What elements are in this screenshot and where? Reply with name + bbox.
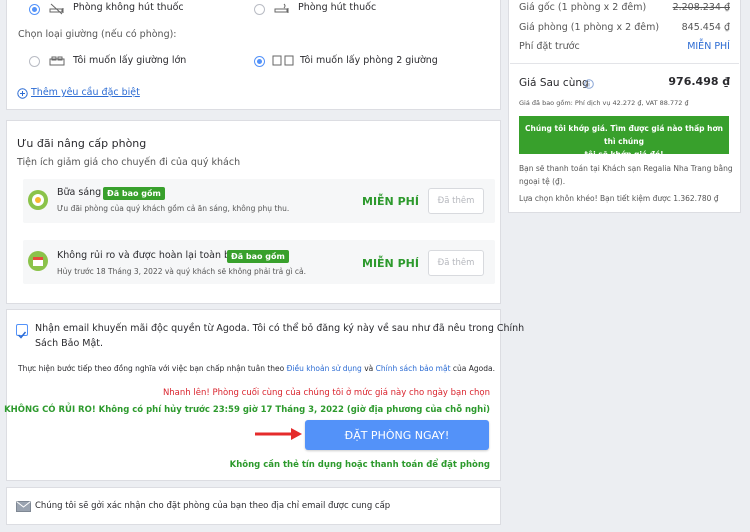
radio-large-bed[interactable]	[29, 56, 40, 67]
booking-fee-label: Phí đặt trước	[519, 41, 580, 52]
no-risk-message: KHÔNG CÓ RỦI RO! Không có phí hủy trước …	[4, 405, 490, 415]
email-opt-in-text: Nhận email khuyến mãi độc quyền từ Agoda…	[35, 323, 525, 334]
twin-bed-label: Tôi muốn lấy phòng 2 giường	[300, 55, 438, 66]
urgency-message: Nhanh lên! Phòng cuối cùng của chúng tôi…	[162, 388, 490, 398]
breakfast-icon	[28, 190, 48, 210]
upgrade-price: MIỄN PHÍ	[362, 257, 419, 270]
price-match-line-1: Chúng tôi khớp giá. Tìm được giá nào thấ…	[525, 124, 723, 146]
included-badge: Đã bao gồm	[227, 250, 289, 263]
upgrade-price: MIỄN PHÍ	[362, 195, 419, 208]
email-opt-in-text-2: Sách Bảo Mật.	[35, 338, 104, 349]
price-match-line-2: tôi sẽ khớp giá đó!	[584, 150, 664, 159]
price-summary-panel: Giá gốc (1 phòng x 2 đêm) 2.208.234 ₫ Gi…	[508, 0, 741, 213]
divider	[510, 63, 739, 64]
room-price-label: Giá phòng (1 phòng x 2 đêm)	[519, 22, 660, 33]
final-price-value: 976.498 ₫	[668, 75, 730, 88]
original-price-value: 2.208.234 ₫	[672, 2, 730, 13]
final-price-label: Giá Sau cùng	[519, 77, 589, 89]
terms-and: và	[364, 364, 374, 373]
no-smoking-icon	[49, 2, 65, 16]
upgrades-title: Ưu đãi nâng cấp phòng	[17, 137, 147, 150]
smoking-label: Phòng hút thuốc	[298, 2, 377, 13]
room-price-value: 845.454 ₫	[681, 22, 730, 33]
radio-smoking[interactable]	[254, 4, 265, 15]
upgrade-item-breakfast: Bữa sáng Đã bao gồm Ưu đãi phòng của quý…	[23, 179, 495, 223]
red-arrow-icon	[253, 424, 303, 444]
radio-twin-bed[interactable]	[254, 56, 265, 67]
large-bed-label: Tôi muốn lấy giường lớn	[73, 55, 187, 66]
added-button[interactable]: Đã thêm	[428, 188, 484, 214]
upgrade-desc: Ưu đãi phòng của quý khách gồm cả ăn sán…	[57, 204, 290, 213]
upgrade-desc: Hủy trước 18 Tháng 3, 2022 và quý khách …	[57, 267, 306, 276]
room-preferences-panel: Phòng không hút thuốc Phòng hút thuốc Ch…	[6, 0, 501, 110]
email-notice-text: Chúng tôi sẽ gởi xác nhận cho đặt phòng …	[35, 501, 391, 511]
upgrades-panel: Ưu đãi nâng cấp phòng Tiện ích giảm giá …	[6, 120, 501, 304]
added-button[interactable]: Đã thêm	[428, 250, 484, 276]
upgrade-name: Bữa sáng	[57, 187, 102, 198]
included-badge: Đã bao gồm	[103, 187, 165, 200]
terms-suffix: của Agoda.	[452, 364, 495, 373]
bed-type-title: Chọn loại giường (nếu có phòng):	[18, 29, 177, 40]
envelope-icon	[15, 500, 31, 512]
pay-note-line-1: Bạn sẽ thanh toán tại Khách sạn Regalia …	[519, 164, 733, 173]
price-match-banner: Chúng tôi khớp giá. Tìm được giá nào thấ…	[519, 116, 729, 159]
double-bed-icon	[49, 54, 65, 68]
terms-prefix: Thực hiện bước tiếp theo đồng nghĩa với …	[18, 364, 285, 373]
radio-non-smoking[interactable]	[29, 4, 40, 15]
upgrade-item-refund: Không rủi ro và được hoàn lại toàn bộ Đã…	[23, 240, 495, 284]
original-price-label: Giá gốc (1 phòng x 2 đêm)	[519, 2, 647, 13]
twin-bed-icon	[271, 53, 297, 67]
pay-note-line-2: ngoại tệ (₫).	[519, 177, 566, 186]
savings-text: Lựa chọn khôn khéo! Bạn tiết kiệm được 1…	[519, 194, 719, 203]
upgrades-subtitle: Tiện ích giảm giá cho chuyến đi của quý …	[17, 157, 241, 168]
email-opt-in-checkbox[interactable]	[16, 324, 28, 339]
email-notice-panel: Chúng tôi sẽ gởi xác nhận cho đặt phòng …	[6, 487, 501, 525]
book-now-button[interactable]: ĐẶT PHÒNG NGAY!	[305, 420, 489, 450]
plus-circle-icon	[16, 87, 28, 99]
price-includes-text: Giá đã bao gồm: Phí dịch vụ 42.272 ₫, VA…	[519, 99, 689, 107]
terms-text: Thực hiện bước tiếp theo đồng nghĩa với …	[18, 364, 495, 373]
calendar-icon	[28, 251, 48, 271]
privacy-policy-link[interactable]: Chính sách bảo mật	[376, 364, 451, 373]
booking-panel: Nhận email khuyến mãi độc quyền từ Agoda…	[4, 309, 524, 481]
smoking-icon	[274, 2, 290, 16]
upgrade-name: Không rủi ro và được hoàn lại toàn bộ	[57, 250, 236, 261]
special-request-link[interactable]: Thêm yêu cầu đặc biệt	[31, 87, 140, 98]
no-card-message: Không cần thẻ tín dụng hoặc thanh toán đ…	[229, 460, 490, 470]
non-smoking-label: Phòng không hút thuốc	[73, 2, 184, 13]
info-icon[interactable]	[583, 78, 594, 89]
terms-of-use-link[interactable]: Điều khoản sử dụng	[287, 364, 362, 373]
booking-fee-value: MIỄN PHÍ	[687, 41, 730, 52]
